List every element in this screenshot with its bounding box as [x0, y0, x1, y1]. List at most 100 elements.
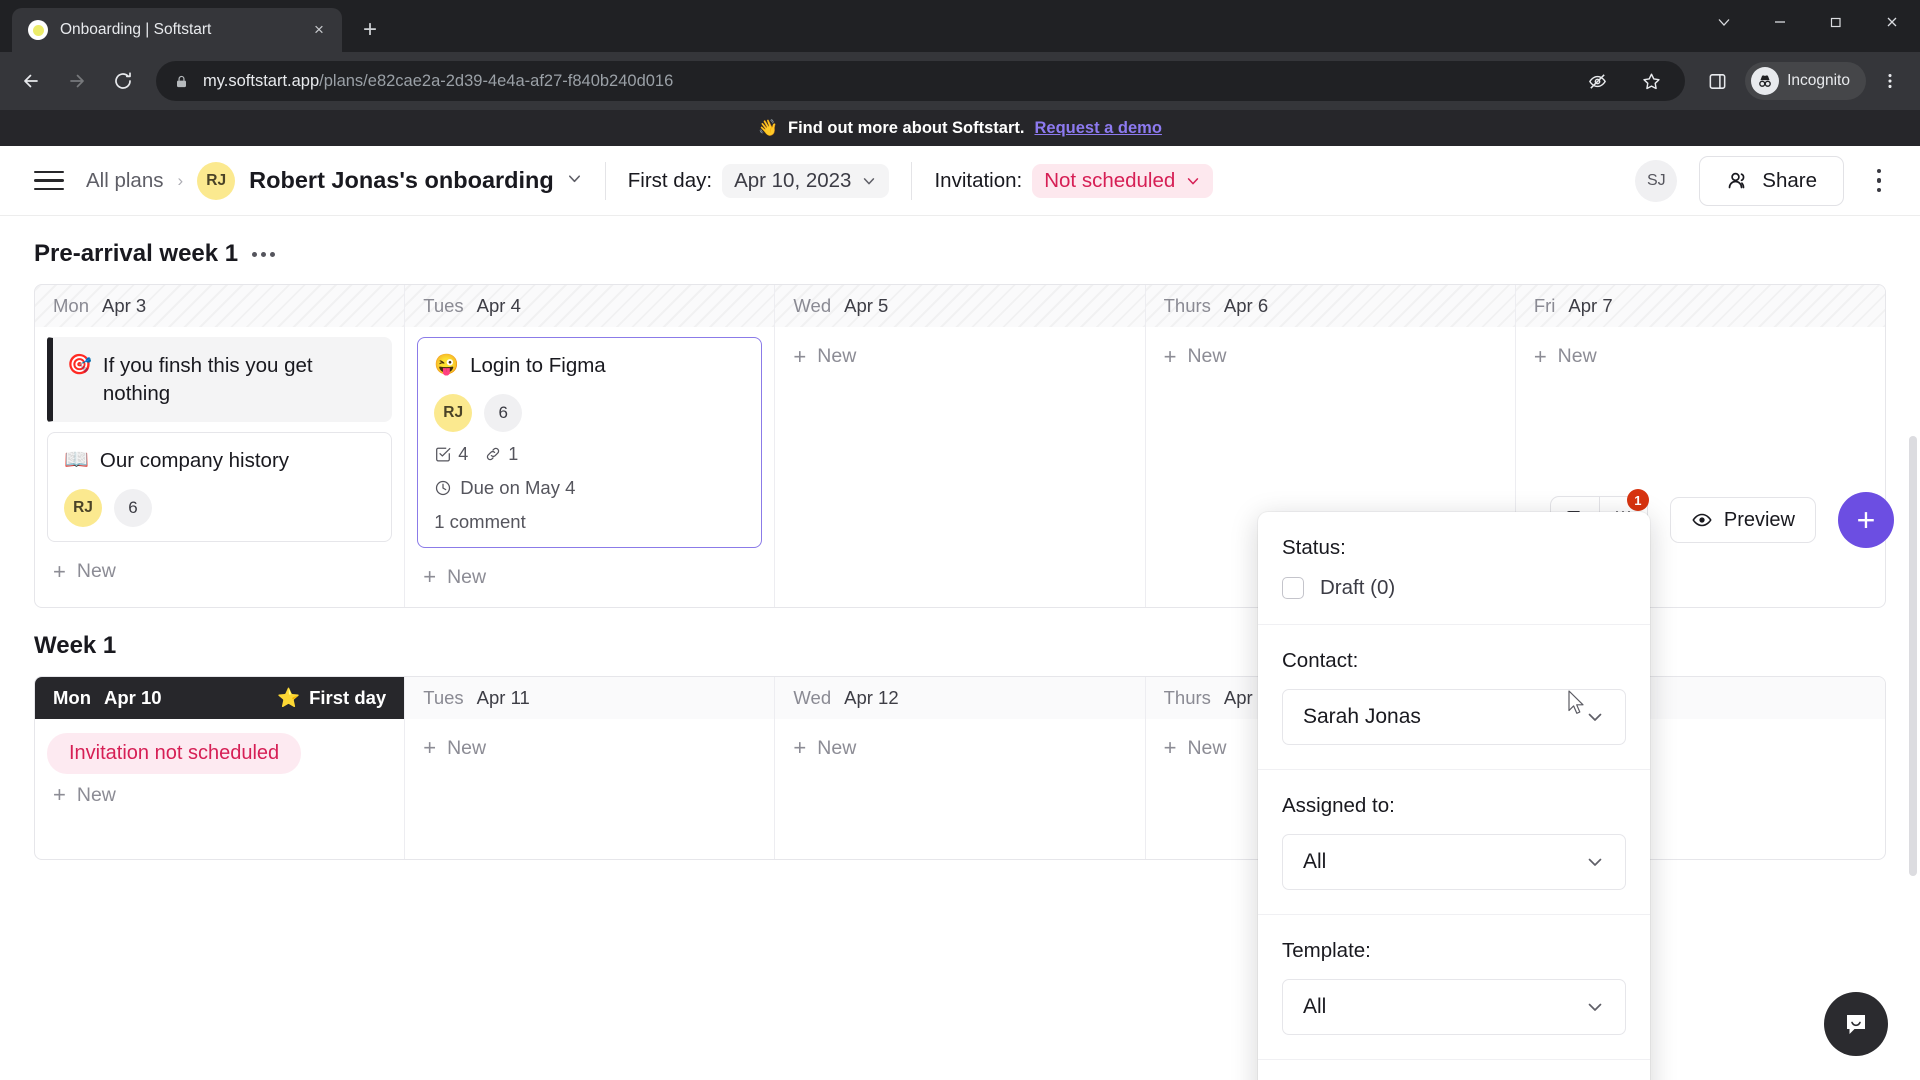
first-day-badge: ⭐ First day	[277, 687, 386, 709]
day-of-week: Mon	[53, 295, 89, 316]
assigned-select[interactable]: All	[1282, 834, 1626, 890]
add-new-task[interactable]: + New	[787, 337, 1132, 372]
task-meta: RJ 6	[64, 489, 375, 528]
request-demo-link[interactable]: Request a demo	[1034, 119, 1161, 138]
day-date: Apr 6	[1223, 295, 1269, 316]
checklist-stat: 4	[434, 444, 468, 465]
task-card[interactable]: 🎯 If you finsh this you get nothing	[47, 337, 393, 423]
task-count-chip: 6	[484, 393, 523, 432]
chat-bubble-icon[interactable]	[1824, 992, 1888, 1056]
close-tab-icon[interactable]: ×	[306, 17, 332, 43]
chevron-down-icon	[1185, 173, 1201, 189]
day-body: Invitation not scheduled + New	[35, 719, 404, 859]
plus-icon: +	[53, 558, 66, 584]
add-new-task[interactable]: + New	[47, 776, 392, 811]
back-icon[interactable]	[10, 60, 52, 102]
invitation-status-dropdown[interactable]: Not scheduled	[1032, 163, 1214, 198]
first-day-text: First day	[309, 686, 387, 708]
restore-icon[interactable]	[1808, 0, 1864, 44]
url-host: my.softstart.app	[203, 71, 320, 90]
task-title-row: 😜 Login to Figma	[434, 352, 745, 380]
new-tab-button[interactable]: +	[352, 12, 388, 48]
chevron-down-icon[interactable]	[1696, 0, 1752, 44]
hamburger-icon[interactable]	[34, 170, 64, 191]
section-title: Week 1	[34, 631, 117, 659]
share-button[interactable]: Share	[1699, 155, 1844, 206]
reload-icon[interactable]	[102, 60, 144, 102]
browser-tab[interactable]: Onboarding | Softstart ×	[12, 8, 342, 52]
new-label: New	[817, 736, 857, 759]
filter-assigned-section: Assigned to: All	[1258, 770, 1650, 915]
new-label: New	[447, 565, 487, 588]
task-card[interactable]: 📖 Our company history RJ 6	[47, 432, 393, 543]
promo-text: Find out more about Softstart.	[787, 118, 1025, 137]
star-icon[interactable]	[1631, 61, 1671, 101]
day-of-week: Tues	[423, 686, 464, 708]
add-new-task[interactable]: + New	[1158, 337, 1503, 372]
browser-menu-icon[interactable]	[1870, 61, 1910, 101]
section-title: Pre-arrival week 1	[34, 240, 239, 267]
status-draft-option[interactable]: Draft (0)	[1282, 576, 1626, 600]
day-header: Mon Apr 3	[35, 285, 405, 327]
add-new-task[interactable]: + New	[417, 558, 762, 593]
checkbox-icon[interactable]	[1282, 577, 1304, 599]
breadcrumb-separator: ›	[177, 170, 184, 190]
chevron-down-icon	[861, 173, 877, 189]
add-new-task[interactable]: + New	[787, 729, 1132, 764]
day-header: Tues Apr 4	[405, 285, 775, 327]
add-new-task[interactable]: + New	[1528, 337, 1873, 372]
day-header: Thurs Apr 6	[1145, 285, 1515, 327]
day-of-week: Wed	[793, 686, 832, 708]
day-body: + New	[405, 719, 774, 859]
contact-label: Contact:	[1282, 649, 1359, 672]
invitation-label: Invitation:	[934, 168, 1023, 192]
plan-chevron-down-icon[interactable]	[566, 170, 583, 191]
link-icon	[484, 445, 502, 463]
day-date: Apr 3	[102, 295, 147, 316]
preview-button[interactable]: Preview	[1669, 497, 1816, 543]
status-draft-label: Draft (0)	[1320, 576, 1396, 599]
first-day-picker[interactable]: Apr 10, 2023	[722, 163, 890, 198]
task-count-chip: 6	[114, 489, 152, 528]
day-column: Wed Apr 12 + New	[775, 676, 1146, 859]
day-column: Tues Apr 4 😜 Login to Figma RJ 6 4 1 Due…	[405, 285, 776, 607]
new-label: New	[76, 560, 116, 583]
checklist-value: 4	[458, 443, 469, 464]
contact-value: Sarah Jonas	[1303, 705, 1421, 728]
template-value: All	[1303, 995, 1327, 1018]
address-bar[interactable]: my.softstart.app/plans/e82cae2a-2d39-4e4…	[156, 61, 1686, 101]
mouse-cursor	[1568, 690, 1586, 721]
breadcrumb-all-plans[interactable]: All plans	[86, 169, 164, 193]
ellipsis-icon[interactable]	[252, 251, 276, 257]
add-new-task[interactable]: + New	[417, 729, 762, 764]
task-title-row: 🎯 If you finsh this you get nothing	[67, 352, 375, 407]
forward-icon[interactable]	[56, 60, 98, 102]
eye-icon	[1691, 509, 1713, 531]
task-card[interactable]: 😜 Login to Figma RJ 6 4 1 Due on May 4 1…	[417, 337, 763, 548]
plus-icon: +	[1533, 343, 1547, 369]
header-more-menu[interactable]	[1864, 161, 1894, 201]
profile-chip[interactable]: Incognito	[1745, 62, 1866, 100]
filter-actions: Apply filters Clear all	[1258, 1060, 1650, 1080]
browser-window: Onboarding | Softstart × + my.softstart.…	[0, 0, 1920, 1080]
due-text: Due on May 4	[460, 476, 576, 498]
minimize-icon[interactable]	[1752, 0, 1808, 44]
lock-icon	[174, 74, 189, 89]
avatar[interactable]: SJ	[1635, 159, 1678, 202]
eye-slash-icon[interactable]	[1577, 61, 1617, 101]
status-badge[interactable]: Invitation not scheduled	[47, 732, 302, 774]
template-select[interactable]: All	[1282, 979, 1626, 1035]
vertical-scrollbar[interactable]	[1906, 416, 1920, 1080]
share-label: Share	[1762, 168, 1817, 192]
side-panel-icon[interactable]	[1697, 61, 1737, 101]
plan-avatar: RJ	[197, 161, 236, 200]
profile-label: Incognito	[1787, 72, 1850, 89]
url-path: /plans/e82cae2a-2d39-4e4a-af27-f840b240d…	[319, 71, 674, 90]
softstart-logo-icon	[28, 20, 48, 40]
add-task-button[interactable]: +	[1838, 492, 1894, 548]
add-new-task[interactable]: + New	[47, 552, 392, 587]
incognito-icon	[1751, 67, 1780, 95]
close-window-icon[interactable]	[1864, 0, 1920, 44]
plus-icon: +	[423, 735, 437, 761]
winking-tongue-emoji-icon: 😜	[434, 354, 460, 376]
